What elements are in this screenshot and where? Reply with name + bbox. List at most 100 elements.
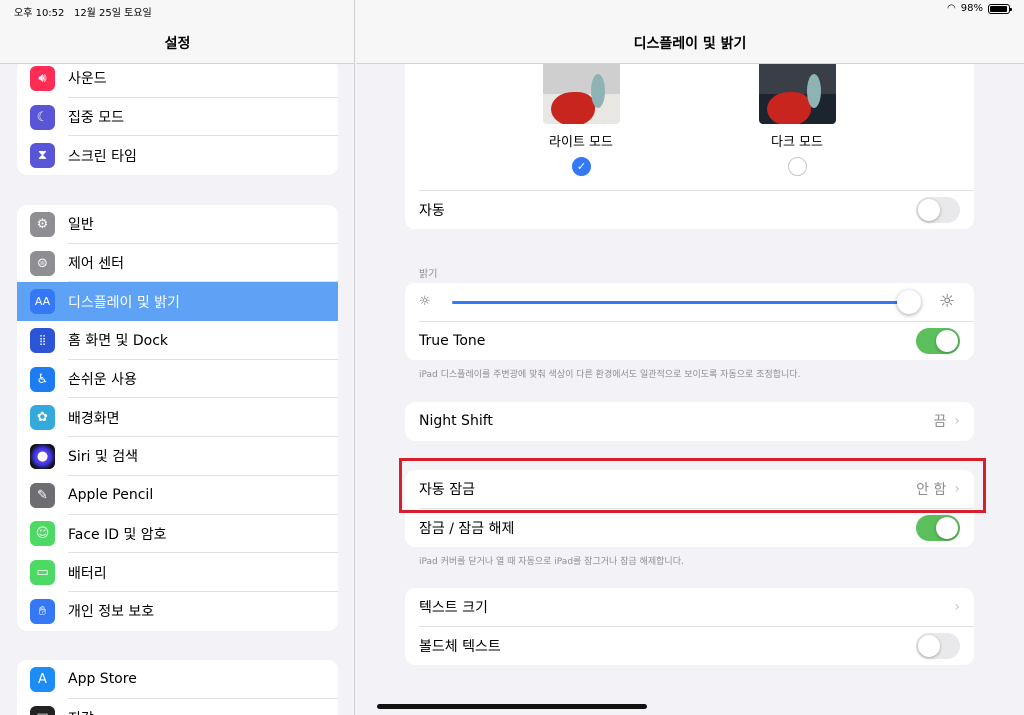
brightness-slider[interactable]: [452, 301, 907, 304]
true-tone-toggle[interactable]: [916, 327, 960, 354]
speaker-icon: 🔊︎: [30, 65, 55, 91]
sun-large-icon: ☼: [939, 291, 956, 312]
grid-icon: ⣿: [30, 327, 55, 353]
sidebar-item-label: 사운드: [68, 71, 107, 88]
status-time: 오후 10:52 12월 25일 토요일: [14, 8, 152, 19]
appstore-icon: A: [30, 666, 55, 692]
true-tone-row: True Tone: [405, 322, 974, 361]
flower-icon: ✿: [30, 405, 55, 431]
gear-icon: ⚙: [30, 211, 55, 237]
sidebar-item-control-center[interactable]: ⊜ 제어 센터: [17, 244, 338, 283]
sidebar-title: 설정: [164, 36, 191, 52]
sidebar-group-1: 🔊︎ 사운드 ☾ 집중 모드 ⧗ 스크린 타임: [17, 59, 338, 176]
night-shift-label: Night Shift: [419, 413, 493, 430]
sun-small-icon: ☼: [419, 294, 431, 309]
dark-mode-label: 다크 모드: [771, 135, 823, 150]
sidebar-item-apple-pencil[interactable]: ✎ Apple Pencil: [17, 476, 338, 515]
aa-icon: AA: [30, 289, 55, 315]
auto-appearance-label: 자동: [419, 203, 445, 220]
sidebar-item-label: 손쉬운 사용: [68, 372, 137, 389]
sidebar-item-general[interactable]: ⚙ 일반: [17, 205, 338, 244]
chevron-right-icon: ›: [954, 599, 960, 616]
hand-icon: ✋︎: [30, 598, 55, 624]
sidebar-item-label: Apple Pencil: [68, 487, 154, 504]
sidebar-item-label: 제어 센터: [68, 256, 124, 273]
brightness-card: ☼ ☼ True Tone: [405, 283, 974, 360]
bold-text-label: 볼드체 텍스트: [419, 638, 501, 655]
status-right: ◠ 98%: [947, 3, 1012, 14]
sidebar: 설정 🔊︎ 사운드 ☾ 집중 모드 ⧗ 스크린 타임 ⚙ 일반 ⊜ 제어 센터 …: [0, 0, 355, 715]
auto-lock-highlight-box: [399, 458, 986, 513]
sidebar-item-label: 일반: [68, 217, 94, 234]
sidebar-item-label: 집중 모드: [68, 110, 124, 127]
night-shift-row[interactable]: Night Shift 끔 ›: [405, 402, 974, 441]
sidebar-item-sound[interactable]: 🔊︎ 사운드: [17, 59, 338, 98]
chevron-right-icon: ›: [954, 413, 960, 430]
true-tone-footnote: iPad 디스플레이를 주변광에 맞춰 색상이 다른 환경에서도 일관적으로 보…: [419, 370, 801, 380]
text-size-row[interactable]: 텍스트 크기 ›: [405, 588, 974, 627]
battery-percent: 98%: [960, 3, 983, 14]
dark-mode-preview[interactable]: [759, 64, 836, 124]
sidebar-item-label: App Store: [68, 671, 137, 688]
sidebar-item-label: Face ID 및 암호: [68, 526, 167, 543]
battery-icon: [988, 3, 1012, 14]
sidebar-item-home-screen-dock[interactable]: ⣿ 홈 화면 및 Dock: [17, 321, 338, 360]
siri-icon: ●: [30, 443, 55, 469]
sidebar-item-label: Siri 및 검색: [68, 449, 138, 466]
light-mode-label: 라이트 모드: [549, 135, 613, 150]
sidebar-item-label: 배터리: [68, 565, 107, 582]
sidebar-item-label: 지갑: [68, 708, 338, 715]
sidebar-item-battery[interactable]: ▭ 배터리: [17, 553, 338, 592]
bold-text-toggle[interactable]: [916, 632, 960, 659]
sidebar-item-wallpaper[interactable]: ✿ 배경화면: [17, 398, 338, 437]
brightness-slider-thumb[interactable]: [897, 290, 921, 314]
switches-icon: ⊜: [30, 250, 55, 276]
main-panel: 디스플레이 및 밝기 라이트 모드 ✓ 다크 모드 자동 밝기 ☼ ☼ True…: [356, 0, 1024, 715]
light-mode-radio[interactable]: ✓: [572, 157, 591, 176]
hourglass-icon: ⧗: [30, 143, 55, 169]
sidebar-item-accessibility[interactable]: ♿︎ 손쉬운 사용: [17, 360, 338, 399]
lock-unlock-row: 잠금 / 잠금 해제: [405, 509, 974, 548]
sidebar-item-label: 홈 화면 및 Dock: [68, 333, 169, 350]
lock-unlock-label: 잠금 / 잠금 해제: [419, 520, 515, 537]
dark-mode-radio[interactable]: [788, 157, 807, 176]
sidebar-item-label: 스크린 타임: [68, 148, 137, 165]
sidebar-item-label: 개인 정보 보호: [68, 604, 155, 621]
status-bar: 오후 10:52 12월 25일 토요일 ◠ 98%: [0, 0, 1024, 20]
sidebar-item-label: 디스플레이 및 밝기: [68, 294, 180, 311]
sidebar-item-wallet[interactable]: ▤ 지갑: [17, 699, 338, 715]
true-tone-label: True Tone: [419, 332, 486, 349]
battery-icon: ▭: [30, 560, 55, 586]
night-shift-card: Night Shift 끔 ›: [405, 402, 974, 441]
lock-unlock-footnote: iPad 커버를 닫거나 열 때 자동으로 iPad를 잠그거나 잠금 해제합니…: [419, 557, 684, 567]
pencil-icon: ✎: [30, 482, 55, 508]
sidebar-item-screen-time[interactable]: ⧗ 스크린 타임: [17, 136, 338, 175]
night-shift-value: 끔: [933, 414, 947, 431]
sidebar-group-3: A App Store ▤ 지갑: [17, 660, 338, 715]
brightness-section-title: 밝기: [419, 269, 438, 280]
moon-icon: ☾: [30, 104, 55, 130]
wifi-icon: ◠: [947, 3, 956, 14]
sidebar-item-privacy[interactable]: ✋︎ 개인 정보 보호: [17, 592, 338, 631]
home-indicator[interactable]: [377, 704, 647, 709]
faceid-icon: ☺: [30, 521, 55, 547]
page-title: 디스플레이 및 밝기: [633, 36, 747, 52]
text-card: 텍스트 크기 › 볼드체 텍스트: [405, 588, 974, 665]
auto-appearance-toggle[interactable]: [916, 197, 960, 224]
bold-text-row: 볼드체 텍스트: [405, 627, 974, 666]
sidebar-item-siri-search[interactable]: ● Siri 및 검색: [17, 437, 338, 476]
lock-unlock-toggle[interactable]: [916, 514, 960, 541]
sidebar-item-face-id-passcode[interactable]: ☺ Face ID 및 암호: [17, 515, 338, 554]
sidebar-item-display-brightness[interactable]: AA 디스플레이 및 밝기: [17, 282, 338, 322]
sidebar-item-focus[interactable]: ☾ 집중 모드: [17, 98, 338, 137]
wallet-icon: ▤: [30, 705, 55, 715]
appearance-picker: 라이트 모드 ✓ 다크 모드: [405, 64, 974, 191]
auto-appearance-row: 자동: [405, 191, 974, 229]
text-size-label: 텍스트 크기: [419, 600, 488, 617]
sidebar-item-label: 배경화면: [68, 410, 120, 427]
sidebar-group-2: ⚙ 일반 ⊜ 제어 센터 AA 디스플레이 및 밝기 ⣿ 홈 화면 및 Dock…: [17, 205, 338, 631]
accessibility-icon: ♿︎: [30, 366, 55, 392]
light-mode-preview[interactable]: [543, 64, 620, 124]
brightness-slider-row: ☼ ☼: [405, 283, 974, 322]
sidebar-item-app-store[interactable]: A App Store: [17, 660, 338, 699]
